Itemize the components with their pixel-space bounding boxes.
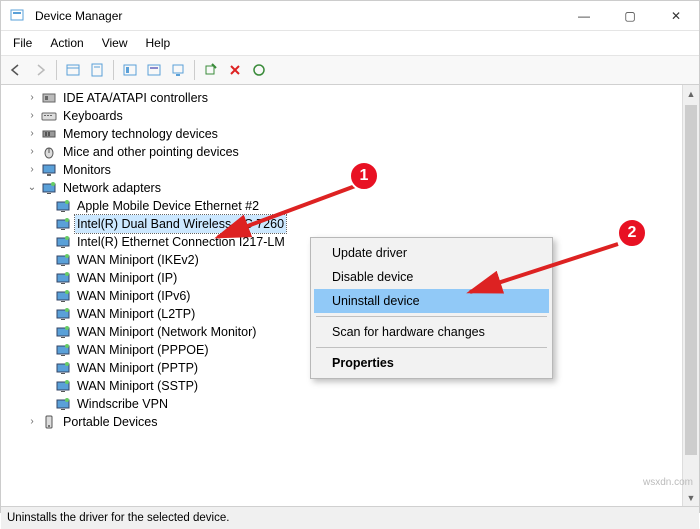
arrow-1 [208,179,363,244]
tree-label: IDE ATA/ATAPI controllers [61,89,210,107]
view-button[interactable] [143,59,165,81]
devices-button[interactable] [167,59,189,81]
network-adapter-icon [55,270,71,286]
watermark: wsxdn.com [643,477,693,488]
mouse-icon [41,144,57,160]
context-menu-separator [316,316,547,317]
callout-2: 2 [617,218,647,248]
network-adapter-icon [55,234,71,250]
network-adapter-icon [55,252,71,268]
expand-icon[interactable]: › [25,415,39,429]
network-adapter-icon [55,360,71,376]
window-title: Device Manager [35,9,122,23]
tree-label: Windscribe VPN [75,395,170,413]
tree-category[interactable]: › Mice and other pointing devices [9,143,681,161]
network-adapter-icon [55,198,71,214]
titlebar: Device Manager — ▢ ✕ [1,1,699,31]
tree-label: Memory technology devices [61,125,220,143]
scroll-up-button[interactable]: ▲ [683,85,699,102]
tree-label: WAN Miniport (SSTP) [75,377,200,395]
back-button[interactable] [5,59,27,81]
menu-view[interactable]: View [94,33,136,53]
maximize-button[interactable]: ▢ [607,1,653,31]
network-adapter-icon [55,324,71,340]
tree-label: Mice and other pointing devices [61,143,241,161]
tree-label: Monitors [61,161,113,179]
network-adapter-icon [55,378,71,394]
vertical-scrollbar[interactable]: ▲ ▼ [682,85,699,506]
expand-icon[interactable]: ⌄ [25,181,39,195]
net-icon [41,180,57,196]
close-button[interactable]: ✕ [653,1,699,31]
arrow-2 [460,238,625,298]
tree-device[interactable]: Windscribe VPN [9,395,681,413]
uninstall-button[interactable] [224,59,246,81]
tree-category[interactable]: › IDE ATA/ATAPI controllers [9,89,681,107]
portable-icon [41,414,57,430]
tree-category[interactable]: › Portable Devices [9,413,681,431]
tree-label: Portable Devices [61,413,160,431]
status-text: Uninstalls the driver for the selected d… [7,512,229,524]
monitor-icon [41,162,57,178]
scan-button[interactable] [200,59,222,81]
properties-button[interactable] [86,59,108,81]
network-adapter-icon [55,342,71,358]
tree-label: WAN Miniport (IKEv2) [75,251,201,269]
scroll-thumb[interactable] [685,105,697,455]
expand-icon[interactable]: › [25,91,39,105]
tree-label: WAN Miniport (IP) [75,269,179,287]
context-menu-item[interactable]: Properties [314,351,549,375]
menu-action[interactable]: Action [42,33,91,53]
forward-button[interactable] [29,59,51,81]
app-icon [9,8,25,24]
tree-label: WAN Miniport (Network Monitor) [75,323,258,341]
memory-icon [41,126,57,142]
context-menu-item[interactable]: Scan for hardware changes [314,320,549,344]
scroll-down-button[interactable]: ▼ [683,489,699,506]
tree-label: Network adapters [61,179,163,197]
tree-device[interactable]: WAN Miniport (SSTP) [9,377,681,395]
context-menu-separator [316,347,547,348]
network-adapter-icon [55,216,71,232]
enable-button[interactable] [248,59,270,81]
toolbar [1,56,699,85]
expand-icon[interactable]: › [25,163,39,177]
tree-category[interactable]: › Keyboards [9,107,681,125]
tree-label: WAN Miniport (PPTP) [75,359,200,377]
network-adapter-icon [55,306,71,322]
tree-category[interactable]: › Monitors [9,161,681,179]
minimize-button[interactable]: — [561,1,607,31]
ide-icon [41,90,57,106]
tree-category[interactable]: › Memory technology devices [9,125,681,143]
keyboard-icon [41,108,57,124]
expand-icon[interactable]: › [25,145,39,159]
menubar: File Action View Help [1,31,699,56]
tree-label: Keyboards [61,107,125,125]
expand-icon[interactable]: › [25,127,39,141]
show-hidden-button[interactable] [62,59,84,81]
tree-label: WAN Miniport (L2TP) [75,305,197,323]
menu-help[interactable]: Help [138,33,179,53]
tree-label: WAN Miniport (PPPOE) [75,341,211,359]
network-adapter-icon [55,396,71,412]
help-button[interactable] [119,59,141,81]
tree-label: WAN Miniport (IPv6) [75,287,192,305]
callout-1: 1 [349,161,379,191]
expand-icon[interactable]: › [25,109,39,123]
menu-file[interactable]: File [5,33,40,53]
statusbar: Uninstalls the driver for the selected d… [1,507,699,529]
network-adapter-icon [55,288,71,304]
